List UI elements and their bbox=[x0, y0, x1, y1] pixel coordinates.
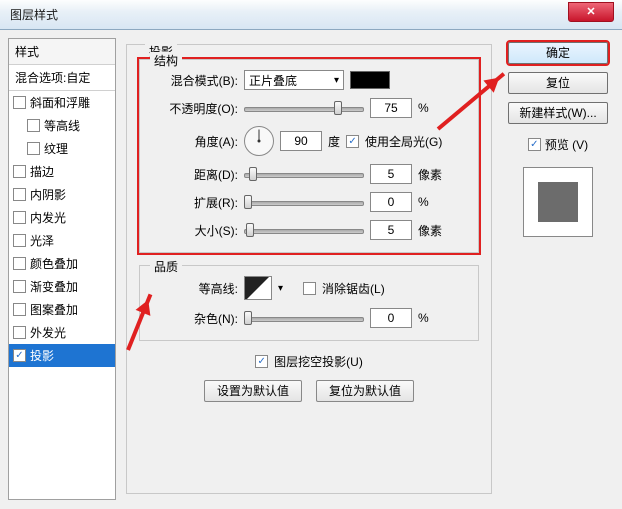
preview-box bbox=[523, 167, 593, 237]
angle-dial[interactable] bbox=[244, 126, 274, 156]
style-item-checkbox[interactable] bbox=[13, 280, 26, 293]
style-item-checkbox[interactable] bbox=[13, 257, 26, 270]
style-item-label: 纹理 bbox=[44, 140, 68, 157]
noise-label: 杂色(N): bbox=[150, 310, 238, 327]
style-item-4[interactable]: 内阴影 bbox=[9, 183, 115, 206]
spread-input[interactable]: 0 bbox=[370, 192, 412, 212]
size-unit: 像素 bbox=[418, 222, 446, 239]
noise-slider[interactable] bbox=[244, 310, 364, 326]
style-item-label: 内发光 bbox=[30, 209, 66, 226]
style-item-label: 渐变叠加 bbox=[30, 278, 78, 295]
blend-options-item[interactable]: 混合选项:自定 bbox=[9, 65, 115, 91]
style-item-label: 内阴影 bbox=[30, 186, 66, 203]
style-item-6[interactable]: 光泽 bbox=[9, 229, 115, 252]
opacity-input[interactable]: 75 bbox=[370, 98, 412, 118]
spread-unit: % bbox=[418, 195, 446, 209]
structure-legend: 结构 bbox=[150, 52, 182, 69]
style-item-2[interactable]: 纹理 bbox=[9, 137, 115, 160]
right-panel: 确定 复位 新建样式(W)... 预览 (V) bbox=[502, 38, 614, 500]
ok-button[interactable]: 确定 bbox=[508, 42, 608, 64]
set-default-button[interactable]: 设置为默认值 bbox=[204, 380, 302, 402]
style-item-label: 光泽 bbox=[30, 232, 54, 249]
style-item-3[interactable]: 描边 bbox=[9, 160, 115, 183]
style-list: 斜面和浮雕等高线纹理描边内阴影内发光光泽颜色叠加渐变叠加图案叠加外发光投影 bbox=[9, 91, 115, 499]
style-item-checkbox[interactable] bbox=[27, 119, 40, 132]
distance-unit: 像素 bbox=[418, 166, 446, 183]
style-item-9[interactable]: 图案叠加 bbox=[9, 298, 115, 321]
reset-default-button[interactable]: 复位为默认值 bbox=[316, 380, 414, 402]
global-light-label: 使用全局光(G) bbox=[365, 133, 442, 150]
dialog-body: 样式 混合选项:自定 斜面和浮雕等高线纹理描边内阴影内发光光泽颜色叠加渐变叠加图… bbox=[0, 30, 622, 508]
structure-fieldset: 结构 混合模式(B): 正片叠底 不透明度(O): 75 % 角度(A): 90 bbox=[139, 59, 479, 253]
noise-unit: % bbox=[418, 311, 446, 325]
style-item-label: 颜色叠加 bbox=[30, 255, 78, 272]
shadow-color-swatch[interactable] bbox=[350, 71, 390, 89]
style-item-label: 描边 bbox=[30, 163, 54, 180]
style-item-label: 投影 bbox=[30, 347, 54, 364]
style-item-checkbox[interactable] bbox=[27, 142, 40, 155]
distance-slider[interactable] bbox=[244, 166, 364, 182]
middle-panel: 投影 结构 混合模式(B): 正片叠底 不透明度(O): 75 % 角度(A): bbox=[116, 38, 502, 500]
titlebar: 图层样式 bbox=[0, 0, 622, 30]
contour-label: 等高线: bbox=[150, 280, 238, 297]
style-item-checkbox[interactable] bbox=[13, 211, 26, 224]
style-list-header[interactable]: 样式 bbox=[9, 39, 115, 65]
style-item-11[interactable]: 投影 bbox=[9, 344, 115, 367]
style-list-panel: 样式 混合选项:自定 斜面和浮雕等高线纹理描边内阴影内发光光泽颜色叠加渐变叠加图… bbox=[8, 38, 116, 500]
style-item-10[interactable]: 外发光 bbox=[9, 321, 115, 344]
close-button[interactable] bbox=[568, 2, 614, 22]
preview-swatch bbox=[538, 182, 578, 222]
style-item-checkbox[interactable] bbox=[13, 234, 26, 247]
opacity-unit: % bbox=[418, 101, 446, 115]
contour-picker[interactable] bbox=[244, 276, 272, 300]
style-item-0[interactable]: 斜面和浮雕 bbox=[9, 91, 115, 114]
style-item-checkbox[interactable] bbox=[13, 188, 26, 201]
size-slider[interactable] bbox=[244, 222, 364, 238]
style-item-label: 斜面和浮雕 bbox=[30, 94, 90, 111]
quality-legend: 品质 bbox=[150, 258, 182, 275]
style-item-checkbox[interactable] bbox=[13, 303, 26, 316]
cancel-button[interactable]: 复位 bbox=[508, 72, 608, 94]
angle-label: 角度(A): bbox=[150, 133, 238, 150]
knockout-checkbox[interactable] bbox=[255, 355, 268, 368]
antialias-label: 消除锯齿(L) bbox=[322, 280, 385, 297]
preview-label: 预览 (V) bbox=[545, 136, 588, 153]
style-item-7[interactable]: 颜色叠加 bbox=[9, 252, 115, 275]
knockout-label: 图层挖空投影(U) bbox=[274, 353, 363, 370]
blend-mode-label: 混合模式(B): bbox=[150, 72, 238, 89]
style-item-label: 等高线 bbox=[44, 117, 80, 134]
new-style-button[interactable]: 新建样式(W)... bbox=[508, 102, 608, 124]
blend-mode-combo[interactable]: 正片叠底 bbox=[244, 70, 344, 90]
distance-input[interactable]: 5 bbox=[370, 164, 412, 184]
angle-unit: 度 bbox=[328, 133, 340, 150]
opacity-label: 不透明度(O): bbox=[150, 100, 238, 117]
style-item-8[interactable]: 渐变叠加 bbox=[9, 275, 115, 298]
size-label: 大小(S): bbox=[150, 222, 238, 239]
size-input[interactable]: 5 bbox=[370, 220, 412, 240]
antialias-checkbox[interactable] bbox=[303, 282, 316, 295]
style-item-label: 图案叠加 bbox=[30, 301, 78, 318]
global-light-checkbox[interactable] bbox=[346, 135, 359, 148]
opacity-slider[interactable] bbox=[244, 100, 364, 116]
style-item-checkbox[interactable] bbox=[13, 96, 26, 109]
window-title: 图层样式 bbox=[10, 6, 58, 23]
style-item-checkbox[interactable] bbox=[13, 165, 26, 178]
distance-label: 距离(D): bbox=[150, 166, 238, 183]
quality-fieldset: 品质 等高线: ▾ 消除锯齿(L) 杂色(N): 0 % bbox=[139, 265, 479, 341]
style-item-label: 外发光 bbox=[30, 324, 66, 341]
spread-label: 扩展(R): bbox=[150, 194, 238, 211]
style-item-1[interactable]: 等高线 bbox=[9, 114, 115, 137]
preview-checkbox[interactable] bbox=[528, 138, 541, 151]
angle-input[interactable]: 90 bbox=[280, 131, 322, 151]
spread-slider[interactable] bbox=[244, 194, 364, 210]
style-item-5[interactable]: 内发光 bbox=[9, 206, 115, 229]
style-item-checkbox[interactable] bbox=[13, 326, 26, 339]
style-item-checkbox[interactable] bbox=[13, 349, 26, 362]
noise-input[interactable]: 0 bbox=[370, 308, 412, 328]
